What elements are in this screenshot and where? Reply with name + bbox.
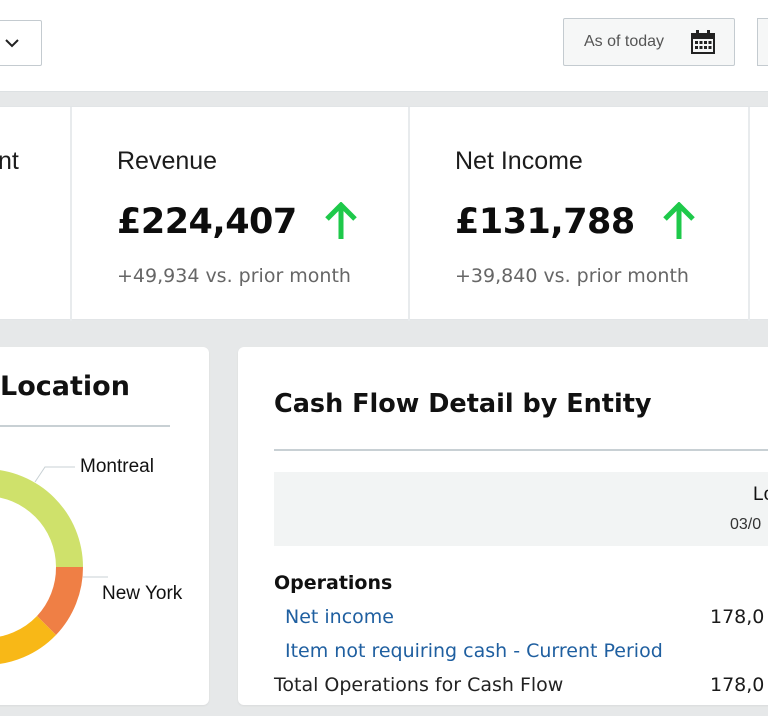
row-value: 178,0: [710, 606, 765, 628]
kpi-delta: +49,934 vs. prior month: [117, 265, 351, 287]
location-card-title: Location: [0, 371, 130, 402]
kpi-strip: nt Revenue £224,407 +49,934 vs. prior mo…: [0, 106, 768, 321]
donut-label-montreal: Montreal: [80, 456, 154, 477]
kpi-title: Revenue: [117, 147, 218, 175]
kpi-divider: [748, 107, 750, 321]
kpi-delta: +39,840 vs. prior month: [455, 265, 689, 287]
title-divider: [274, 449, 768, 451]
location-card: Location Montreal New York: [0, 347, 209, 705]
kpi-title: nt: [0, 147, 19, 175]
table-row-operations: Operations: [274, 572, 768, 602]
donut-label-new-york: New York: [102, 583, 183, 604]
row-link[interactable]: Net income: [285, 606, 394, 628]
kpi-card-revenue: Revenue £224,407 +49,934 vs. prior month: [72, 107, 408, 321]
date-picker-label: As of today: [584, 33, 665, 50]
kpi-title: Net Income: [455, 147, 583, 175]
chevron-down-icon: [5, 39, 19, 48]
row-label: Total Operations for Cash Flow: [274, 674, 564, 696]
donut-slice-montreal: [0, 470, 83, 567]
row-value: 178,0: [710, 674, 765, 696]
date-picker-button[interactable]: As of today: [563, 18, 735, 66]
toolbar-button-partial[interactable]: [757, 18, 768, 66]
top-toolbar: As of today: [0, 0, 768, 92]
kpi-value: £131,788: [455, 202, 635, 242]
location-donut-chart: [0, 466, 108, 664]
row-link[interactable]: Item not requiring cash - Current Period: [285, 640, 663, 662]
table-header: Lo 03/0: [274, 472, 768, 546]
filter-dropdown[interactable]: [0, 20, 42, 66]
kpi-card-partial: nt: [0, 107, 70, 321]
column-header-date: 03/0: [730, 516, 762, 533]
kpi-value: £224,407: [117, 202, 297, 242]
table-row-net-income[interactable]: Net income 178,0: [274, 606, 768, 636]
calendar-icon: [691, 30, 715, 54]
kpi-card-net-income: Net Income £131,788 +39,840 vs. prior mo…: [410, 107, 748, 321]
leader-line-montreal: [34, 466, 75, 483]
arrow-up-icon: [663, 202, 695, 239]
cash-flow-title: Cash Flow Detail by Entity: [274, 389, 652, 419]
row-label: Operations: [274, 572, 393, 594]
table-row-item-not-requiring-cash[interactable]: Item not requiring cash - Current Period: [274, 640, 768, 670]
title-divider: [0, 425, 170, 427]
cash-flow-card: Cash Flow Detail by Entity Lo 03/0 Opera…: [238, 347, 768, 705]
table-row-total-operations: Total Operations for Cash Flow 178,0: [274, 674, 768, 704]
column-header-entity: Lo: [753, 484, 768, 505]
arrow-up-icon: [325, 202, 357, 239]
